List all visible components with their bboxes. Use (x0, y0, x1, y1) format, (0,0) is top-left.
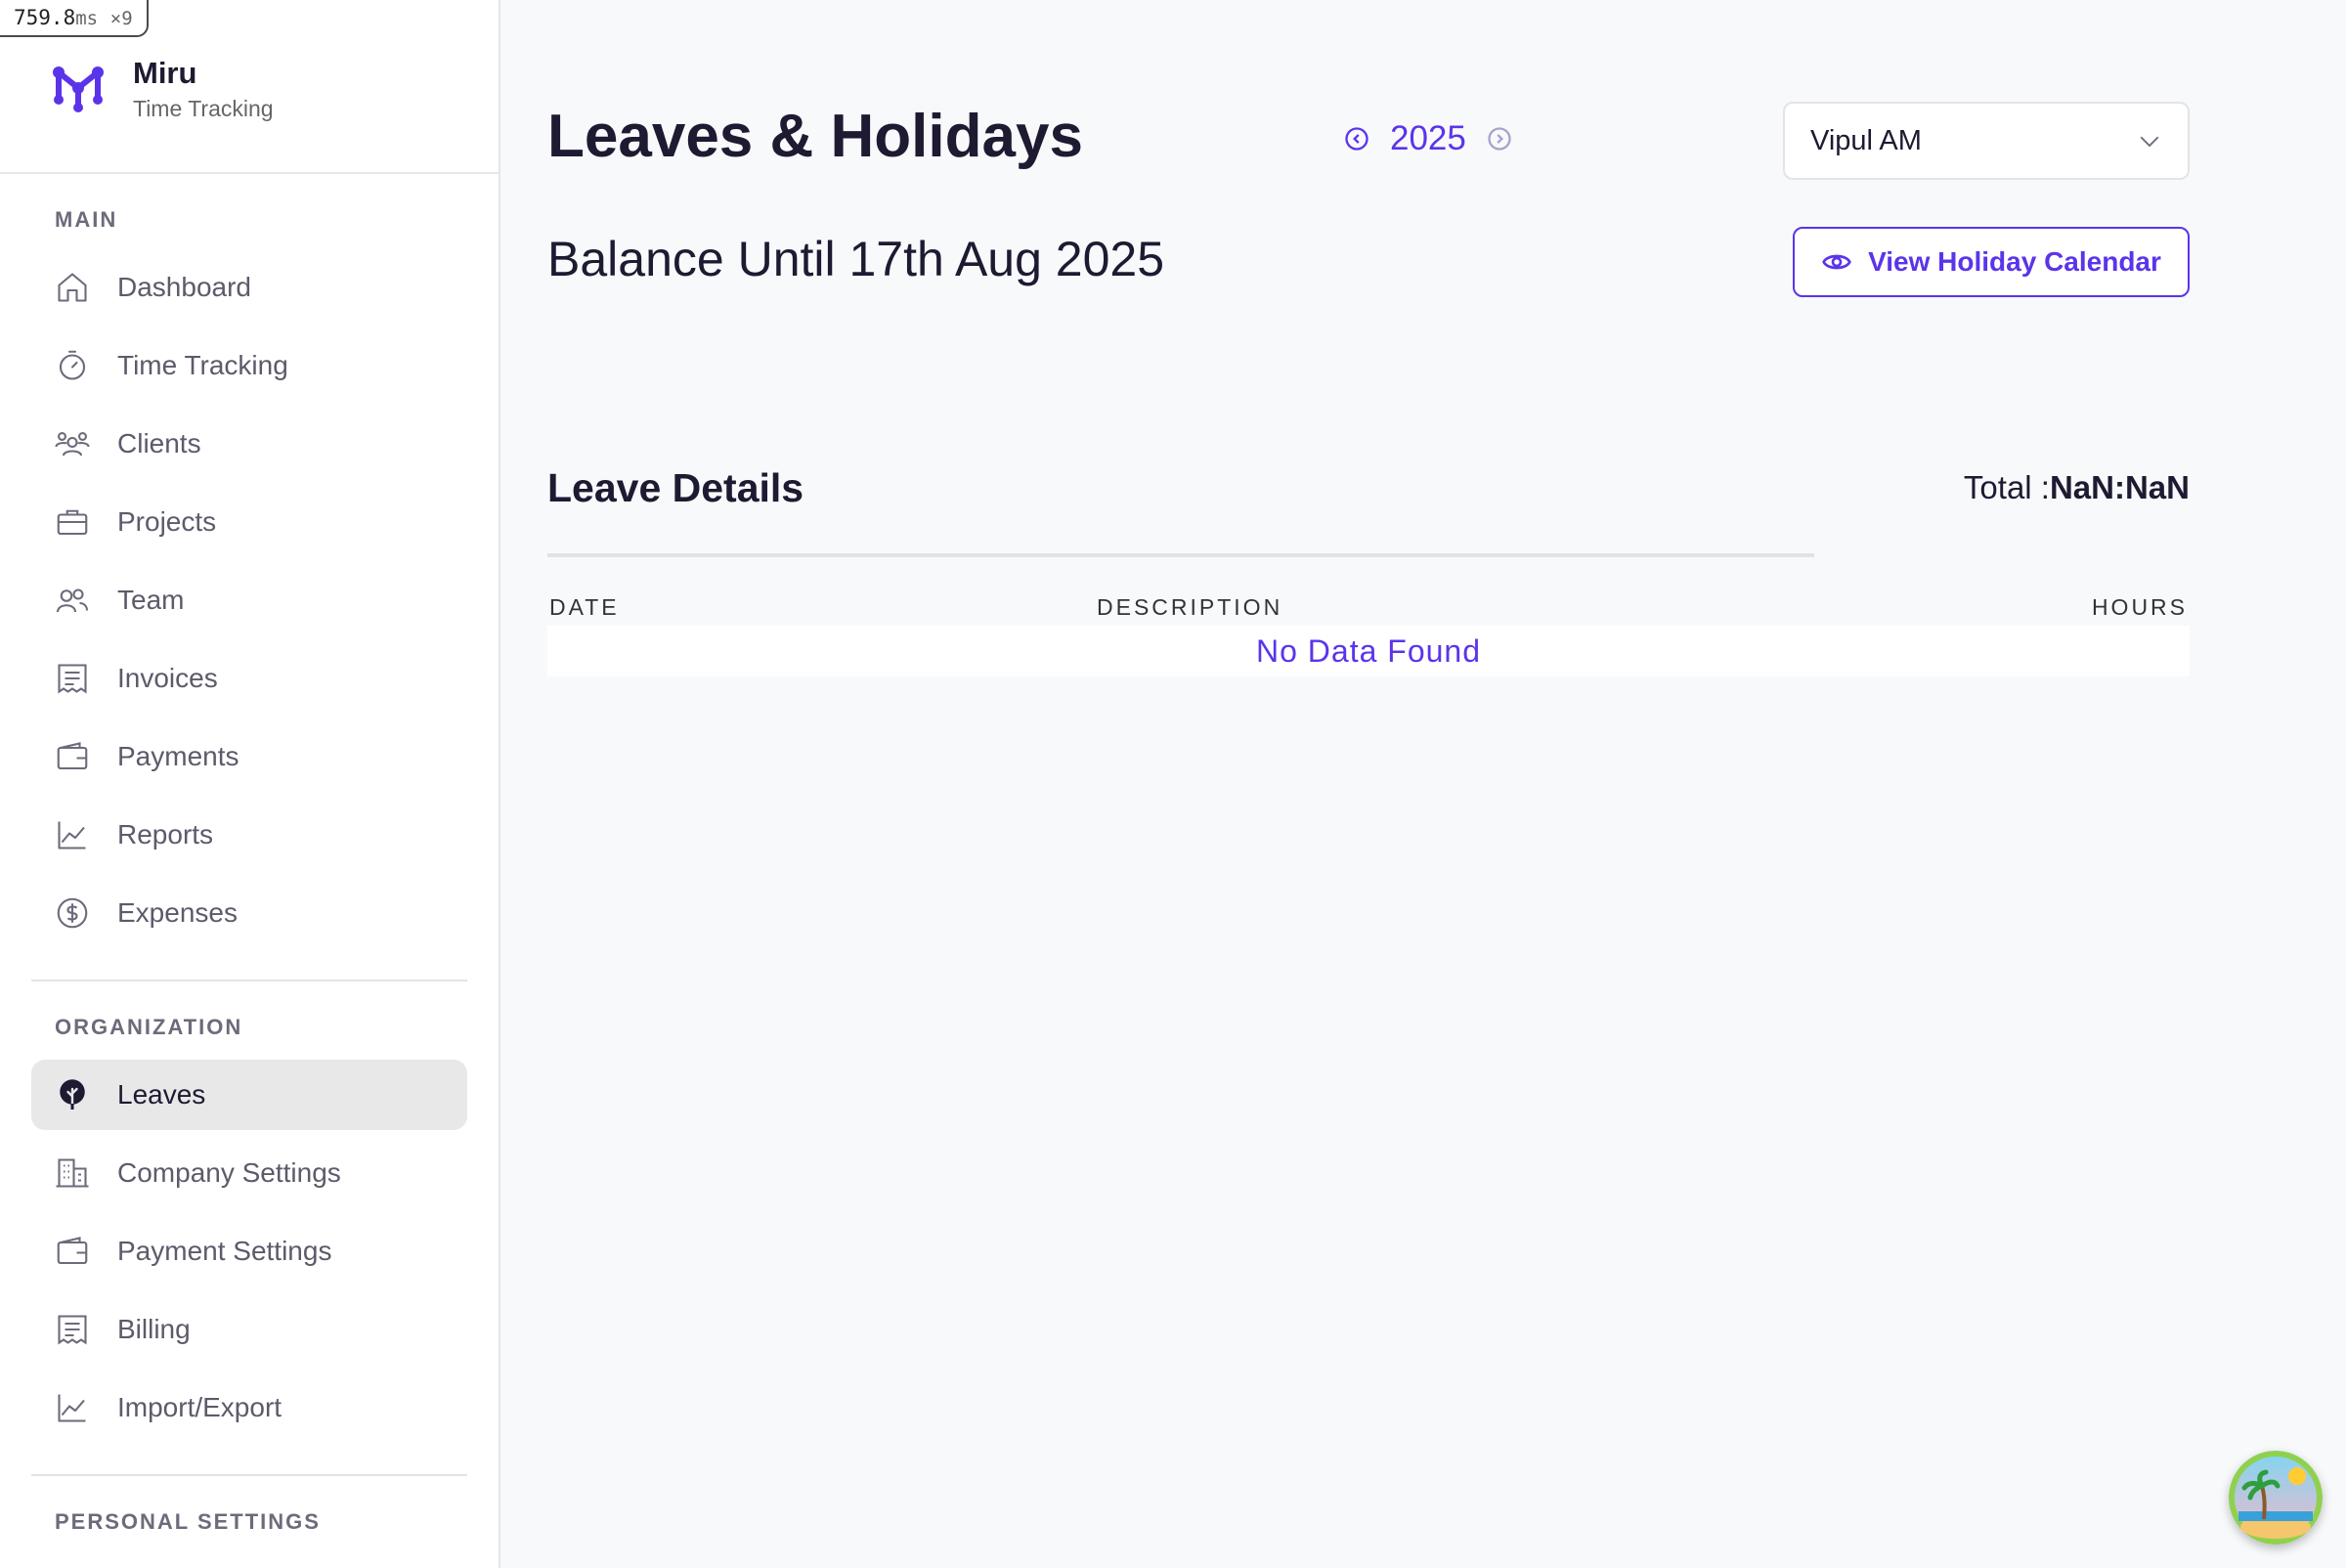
employee-select-value: Vipul AM (1810, 124, 1922, 156)
view-holiday-calendar-button[interactable]: View Holiday Calendar (1793, 227, 2190, 297)
sidebar-item-company-settings[interactable]: Company Settings (31, 1138, 467, 1208)
sidebar-item-label: Company Settings (117, 1157, 341, 1188)
sidebar-item-label: Payments (117, 741, 239, 771)
perf-value: 759.8 (14, 6, 76, 29)
tree-icon (60, 1079, 85, 1111)
wallet-icon (57, 1237, 88, 1265)
sidebar-item-time-tracking[interactable]: Time Tracking (31, 330, 467, 401)
chart-line-icon (58, 821, 86, 849)
year-navigator: 2025 (1343, 119, 1513, 158)
chevron-down-icon (2140, 136, 2159, 148)
sidebar-item-invoices[interactable]: Invoices (31, 643, 467, 714)
clients-icon (55, 431, 90, 457)
sidebar-item-label: Invoices (117, 663, 218, 693)
sidebar-item-label: Team (117, 585, 185, 615)
sidebar: Miru Time Tracking MAIN Dashboard Time T… (0, 0, 500, 1568)
next-year-icon[interactable] (1486, 125, 1513, 152)
column-header-date: DATE (549, 594, 620, 620)
wallet-icon (57, 742, 88, 770)
team-icon (56, 588, 89, 613)
invoice-icon (58, 1315, 87, 1345)
details-divider (547, 553, 1814, 557)
sidebar-item-label: Time Tracking (117, 350, 288, 380)
page-title: Leaves & Holidays (547, 103, 1083, 170)
sidebar-item-label: Import/Export (117, 1392, 282, 1422)
eye-icon (1822, 254, 1851, 270)
invoice-icon (58, 664, 87, 694)
balance-title: Balance Until 17th Aug 2025 (547, 232, 1165, 286)
section-label-organization: ORGANIZATION (55, 1015, 243, 1039)
dollar-circle-icon (57, 897, 88, 929)
sidebar-item-billing[interactable]: Billing (31, 1294, 467, 1365)
sidebar-item-label: Expenses (117, 897, 238, 928)
sidebar-item-leaves[interactable]: Leaves (31, 1060, 467, 1130)
chart-line-icon (58, 1394, 86, 1422)
sidebar-item-label: Leaves (117, 1079, 206, 1110)
sidebar-item-label: Dashboard (117, 272, 251, 302)
perf-multiplier: ×9 (109, 8, 133, 29)
home-icon (58, 273, 87, 302)
stopwatch-icon (59, 350, 86, 380)
sidebar-item-team[interactable]: Team (31, 565, 467, 635)
total-label: Total : (1963, 469, 2050, 505)
section-label-main: MAIN (55, 207, 118, 232)
section-label-personal-settings: PERSONAL SETTINGS (55, 1509, 321, 1534)
beach-island-icon (2229, 1451, 2323, 1545)
sidebar-item-label: Billing (117, 1314, 191, 1344)
sidebar-item-clients[interactable]: Clients (31, 409, 467, 479)
empty-state-text: No Data Found (1255, 632, 1481, 669)
sidebar-item-label: Payment Settings (117, 1236, 332, 1266)
sidebar-item-projects[interactable]: Projects (31, 487, 467, 557)
total-hours: Total :NaN:NaN (1964, 469, 2190, 506)
section-divider (31, 1474, 467, 1476)
brand-name: Miru (133, 56, 197, 90)
perf-unit: ms (75, 8, 99, 29)
previous-year-icon[interactable] (1343, 125, 1370, 152)
sidebar-item-expenses[interactable]: Expenses (31, 878, 467, 948)
miru-logo-icon (53, 66, 104, 112)
leave-details-title: Leave Details (547, 465, 804, 510)
view-holiday-calendar-label: View Holiday Calendar (1868, 246, 2161, 277)
brand[interactable]: Miru Time Tracking (51, 55, 274, 122)
section-divider (31, 980, 467, 981)
employee-select[interactable]: Vipul AM (1783, 102, 2190, 180)
sidebar-item-dashboard[interactable]: Dashboard (31, 252, 467, 323)
sidebar-item-label: Projects (117, 506, 217, 537)
empty-table-row: No Data Found (547, 626, 2190, 676)
sidebar-item-payments[interactable]: Payments (31, 721, 467, 792)
sidebar-item-import-export[interactable]: Import/Export (31, 1372, 467, 1443)
briefcase-icon (57, 509, 88, 536)
sidebar-item-label: Clients (117, 428, 201, 458)
building-icon (56, 1158, 89, 1188)
brand-divider (0, 172, 499, 174)
column-header-description: DESCRIPTION (1097, 594, 1283, 620)
column-header-hours: HOURS (2091, 594, 2188, 620)
brand-subtitle: Time Tracking (133, 96, 274, 121)
sidebar-item-payment-settings[interactable]: Payment Settings (31, 1216, 467, 1286)
sidebar-item-reports[interactable]: Reports (31, 800, 467, 870)
year-label: 2025 (1390, 119, 1466, 157)
sidebar-item-label: Reports (117, 819, 214, 849)
performance-badge: 759.8ms ×9 (0, 0, 149, 37)
floating-widget-button[interactable] (2229, 1451, 2323, 1545)
total-value: NaN:NaN (2049, 469, 2190, 505)
